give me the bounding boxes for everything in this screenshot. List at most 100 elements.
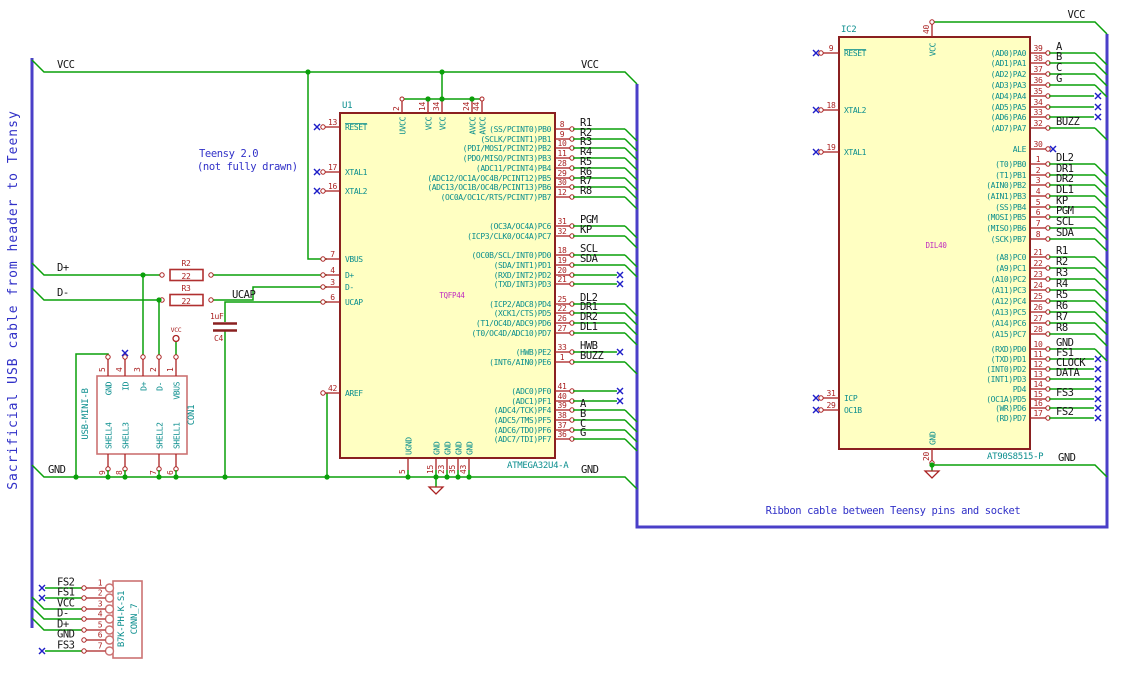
net-label-g[interactable]: G (1056, 73, 1063, 85)
net-label-buzz[interactable]: BUZZ (1056, 116, 1080, 128)
bus-entry (1094, 52, 1108, 66)
conn7-value[interactable]: B7K-PH-K-S1 (117, 591, 127, 647)
pin-name: D+ (140, 381, 149, 390)
pin-number: 38 (557, 411, 567, 420)
net-label-vcc[interactable]: VCC (581, 59, 599, 71)
bus-entry (624, 332, 638, 346)
net-label-gnd[interactable]: GND (581, 464, 599, 476)
pin-name: D+ (345, 271, 354, 280)
junction-dot (425, 96, 431, 102)
pin-number: 4 (1036, 187, 1041, 196)
pin-number: 30 (1033, 140, 1043, 149)
bus-entry (624, 409, 638, 423)
pin-name: SHELL2 (156, 422, 165, 449)
pin-name: (PDO/MISO/PCINT3)PB3 (463, 154, 552, 163)
u1-package: TQFP44 (439, 291, 465, 300)
pin-number: 37 (1033, 65, 1043, 74)
c4-value[interactable]: 1uF (210, 312, 224, 321)
net-label-ucap[interactable]: UCAP (232, 289, 256, 301)
gnd-symbol[interactable] (923, 470, 941, 479)
pin-number: 5 (398, 469, 407, 474)
pin-name: (AD6)PA6 (991, 113, 1027, 122)
usb-cable-note[interactable]: Sacrificial USB cable from header to Tee… (6, 110, 21, 490)
net-label-vcc[interactable]: VCC (1068, 9, 1086, 21)
r3-value[interactable]: 22 (181, 297, 191, 306)
net-label-dl1[interactable]: DL1 (580, 321, 598, 333)
u1-value[interactable]: ATMEGA32U4-A (507, 461, 570, 471)
pin-name: (OC1A)PD5 (986, 395, 1026, 404)
ic2-value[interactable]: AT90S8515-P (987, 452, 1044, 462)
net-label-data[interactable]: DATA (1056, 367, 1081, 379)
pin-number: 25 (557, 295, 567, 304)
r2-ref[interactable]: R2 (181, 259, 191, 268)
c4-capacitor[interactable] (213, 322, 237, 332)
net-label-buzz[interactable]: BUZZ (580, 350, 604, 362)
teensy-note-line1[interactable]: Teensy 2.0 (199, 148, 259, 160)
bus-entry (624, 167, 638, 181)
con1-value[interactable]: USB-MINI-B (81, 388, 91, 439)
pin-number: 7 (98, 642, 103, 651)
pin-name: (TXD/INT3)PD3 (494, 280, 552, 289)
pin-number: 22 (557, 304, 567, 313)
ic2-ref[interactable]: IC2 (841, 25, 857, 35)
net-label-fs3[interactable]: FS3 (1056, 387, 1074, 399)
pin-number: 41 (557, 382, 567, 391)
junction-dot (173, 474, 179, 480)
conn7-ref[interactable]: CONN_7 (130, 604, 140, 635)
pin-number: 33 (557, 343, 567, 352)
teensy-note-line2[interactable]: (not fully drawn) (197, 161, 298, 173)
pin-number: 14 (1033, 380, 1043, 389)
net-label-fs2[interactable]: FS2 (1056, 406, 1074, 418)
net-label-vcc[interactable]: VCC (171, 326, 183, 334)
pin-number: 8 (560, 120, 565, 129)
pin-end-circle (320, 284, 326, 290)
net-label-gnd[interactable]: GND (48, 464, 66, 476)
pin-end-circle (173, 354, 179, 360)
pin-end-circle (320, 256, 326, 262)
u1-ref[interactable]: U1 (342, 101, 353, 111)
pin-number: 18 (557, 246, 567, 255)
net-label-vcc[interactable]: VCC (57, 59, 75, 71)
net-label-gnd[interactable]: GND (1058, 452, 1076, 464)
pin-name: UVCC (399, 116, 408, 134)
pin-number: 23 (1033, 270, 1043, 279)
pin-name: (INT0)PD2 (986, 365, 1026, 374)
bus-entry (1094, 127, 1108, 141)
junction-dot (466, 474, 472, 480)
schematic-canvas[interactable]: U1 ATMEGA32U4-A TQFP44 IC2 AT90S8515-P D… (0, 0, 1131, 690)
con1-ref[interactable]: CON1 (187, 405, 197, 425)
net-label-r8[interactable]: R8 (1056, 322, 1068, 334)
pin-number: 29 (557, 169, 567, 178)
pin-name: SHELL1 (173, 422, 182, 449)
pin-number: 42 (328, 384, 338, 393)
net-label-sda[interactable]: SDA (1056, 227, 1075, 239)
net-label-fs3[interactable]: FS3 (57, 640, 75, 652)
r3-ref[interactable]: R3 (181, 284, 191, 293)
pin-number: 25 (1033, 292, 1043, 301)
pin-end-circle (320, 390, 326, 396)
pin-number: 9 (829, 44, 834, 53)
pin-name: (SS)PB4 (995, 203, 1026, 212)
net-label-kp[interactable]: KP (580, 224, 592, 236)
ribbon-note[interactable]: Ribbon cable between Teensy pins and soc… (766, 505, 1021, 517)
gnd-symbol[interactable] (427, 486, 445, 495)
pin-number: 17 (328, 163, 338, 172)
pin-number: 34 (1033, 98, 1043, 107)
bus-entry (624, 196, 638, 210)
pin-name: (XCK1/CTS)PD5 (494, 309, 552, 318)
net-label-r8[interactable]: R8 (580, 185, 592, 197)
bus-entry (624, 419, 638, 433)
pin-number: 10 (1033, 340, 1043, 349)
pin-number: 12 (557, 188, 567, 197)
pin-number: 40 (557, 392, 567, 401)
r2-value[interactable]: 22 (181, 272, 191, 281)
pin-end-circle (399, 96, 405, 102)
net-label-d+[interactable]: D+ (57, 262, 69, 274)
net-label-d-[interactable]: D- (57, 287, 69, 299)
net-label-g[interactable]: G (580, 427, 587, 439)
vcc-symbol[interactable] (172, 334, 180, 343)
pin-end-circle (81, 648, 87, 654)
c4-ref[interactable]: C4 (214, 334, 224, 343)
junction-dot (444, 474, 450, 480)
net-label-sda[interactable]: SDA (580, 253, 599, 265)
